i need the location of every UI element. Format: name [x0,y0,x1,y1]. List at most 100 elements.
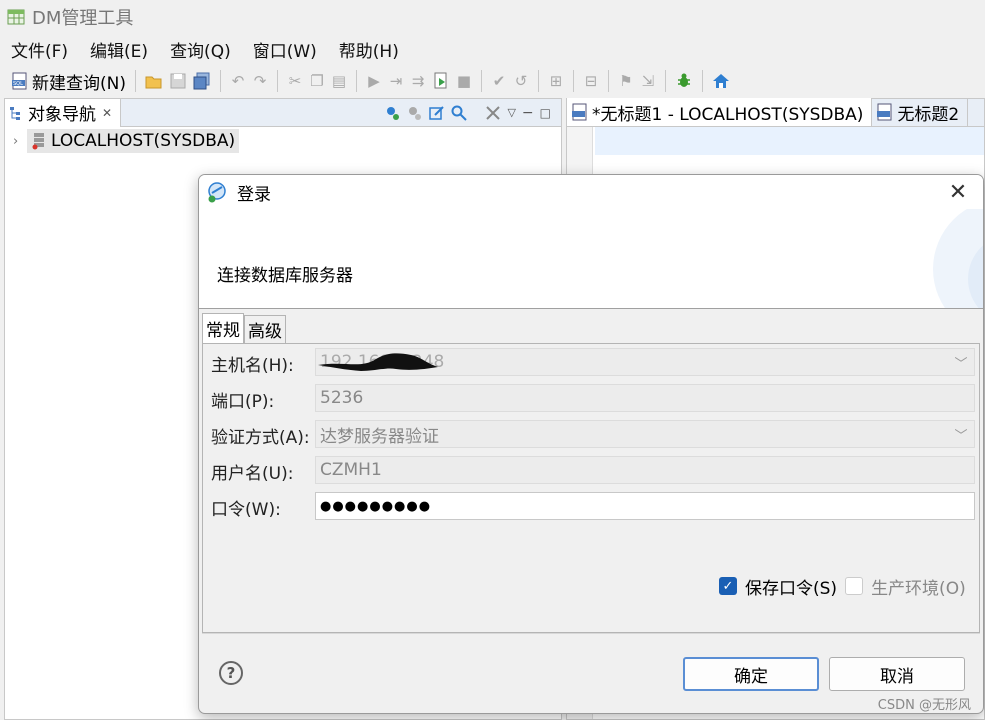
dialog-title: 登录 [237,184,271,205]
commit-icon[interactable]: ✔ [488,72,510,90]
tab-query-2[interactable]: 无标题2 [872,98,969,126]
save-button[interactable] [166,68,190,94]
save-password-label[interactable]: 保存口令(S) [745,574,837,599]
password-label: 口令(W): [211,499,281,520]
menu-help[interactable]: 帮助(H) [328,37,410,62]
editor-tab-bar: *无标题1 - LOCALHOST(SYSDBA) 无标题2 [567,98,984,127]
database-server-icon [32,133,44,150]
export-icon[interactable]: ⇲ [637,72,659,90]
redo-icon[interactable]: ↷ [249,72,271,90]
port-value: 5236 [320,388,364,408]
sql-file-icon [877,103,892,121]
save-all-button[interactable] [190,68,214,94]
tab-general[interactable]: 常规 [202,313,244,343]
tab-query-1[interactable]: *无标题1 - LOCALHOST(SYSDBA) [567,98,873,126]
tab-label: 无标题2 [897,104,960,125]
title-bar: DM管理工具 [0,0,985,34]
chevron-right-icon[interactable]: › [13,134,27,149]
window-title: DM管理工具 [32,8,134,29]
help-icon[interactable]: ? [219,661,243,685]
production-label[interactable]: 生产环境(O) [871,574,966,599]
svg-text:SQL: SQL [13,81,23,87]
maximize-icon[interactable]: □ [540,106,551,120]
toolbar-divider [664,70,666,92]
paste-icon[interactable]: ▤ [328,72,350,90]
new-query-button[interactable]: SQL 新建查询(N) [8,68,129,94]
stop-icon[interactable]: ■ [453,72,475,90]
save-all-icon [193,72,210,90]
redaction-scribble [318,353,438,371]
toolbar-divider [480,70,482,92]
plan-icon[interactable]: ⊟ [580,72,602,90]
close-icon[interactable]: ✕ [102,106,112,120]
open-button[interactable] [142,68,166,94]
debug-button[interactable] [672,68,696,94]
home-icon [712,74,729,88]
toolbar-divider [701,70,703,92]
tab-advanced[interactable]: 高级 [244,315,286,343]
menu-query[interactable]: 查询(Q) [159,37,242,62]
menu-window[interactable]: 窗口(W) [242,37,328,62]
tree-row[interactable]: › LOCALHOST(SYSDBA) [13,129,240,153]
dialog-tabs: 常规 高级 [202,313,286,343]
dialog-title-bar: 登录 ✕ [199,175,983,209]
execute-icon[interactable]: ▶ [363,72,385,90]
view-menu-icon[interactable]: ▽ [507,106,515,119]
menu-bar: 文件(F) 编辑(E) 查询(Q) 窗口(W) 帮助(H) [0,36,410,62]
auth-value: 达梦服务器验证 [320,426,439,447]
toolbar-divider [572,70,574,92]
toolbar-divider [276,70,278,92]
save-password-checkbox[interactable]: ✓ [719,577,737,595]
minimize-icon[interactable]: − [522,105,534,121]
search-icon[interactable] [451,105,468,121]
port-field[interactable]: 5236 [315,384,975,412]
rollback-icon[interactable]: ↺ [510,72,532,90]
new-query-label: 新建查询(N) [32,73,126,94]
cancel-button[interactable]: 取消 [829,657,965,691]
user-field[interactable]: CZMH1 [315,456,975,484]
user-label: 用户名(U): [211,463,294,484]
execute-line-icon[interactable]: ⇉ [407,72,429,90]
connect-icon[interactable] [385,105,401,121]
login-icon [208,182,226,203]
password-field[interactable]: ●●●●●●●●● [315,492,975,520]
disconnect-icon[interactable] [407,105,423,121]
edit-icon[interactable] [429,105,445,121]
chevron-down-icon[interactable]: ﹀ [948,353,974,372]
chevron-down-icon[interactable]: ﹀ [948,425,974,444]
password-row: 口令(W): ●●●●●●●●● [211,492,975,522]
host-combobox[interactable]: 192.168.1.248 ﹀ [315,348,975,376]
close-icon[interactable]: ✕ [933,175,983,209]
format-icon[interactable]: ⚑ [615,72,637,90]
options-row: ✓ 保存口令(S) 生产环境(O) [719,573,974,599]
tree-node-label: LOCALHOST(SYSDBA) [51,131,236,151]
toolbar-divider [134,70,136,92]
navigator-tab-bar: 对象导航 ✕ ▽ − □ [5,98,561,127]
editor-current-line[interactable] [595,127,984,155]
host-row: 主机名(H): 192.168.1.248 ﹀ [211,348,975,378]
menu-edit[interactable]: 编辑(E) [79,37,159,62]
collapse-all-icon[interactable] [485,105,501,121]
host-label: 主机名(H): [211,355,294,376]
toolbar-divider [219,70,221,92]
tab-object-navigator[interactable]: 对象导航 ✕ [5,98,122,127]
tree-view-icon [10,106,20,120]
menu-file[interactable]: 文件(F) [0,37,79,62]
run-script-icon [434,72,447,89]
dialog-header: 连接数据库服务器 [199,209,983,309]
execute-script-button[interactable] [429,68,453,94]
explain-icon[interactable]: ⊞ [545,72,567,90]
home-button[interactable] [709,68,733,94]
tab-label: *无标题1 - LOCALHOST(SYSDBA) [592,104,864,125]
undo-icon[interactable]: ↶ [227,72,249,90]
tree-node-localhost[interactable]: LOCALHOST(SYSDBA) [27,129,240,153]
watermark: CSDN @无形风 [877,698,971,713]
user-value: CZMH1 [320,460,382,480]
copy-icon[interactable]: ❐ [306,72,328,90]
auth-row: 验证方式(A): 达梦服务器验证 ﹀ [211,420,975,450]
cut-icon[interactable]: ✂ [284,72,306,90]
auth-select[interactable]: 达梦服务器验证 ﹀ [315,420,975,448]
execute-step-icon[interactable]: ⇥ [385,72,407,90]
ok-button[interactable]: 确定 [683,657,819,691]
production-checkbox[interactable] [845,577,864,595]
